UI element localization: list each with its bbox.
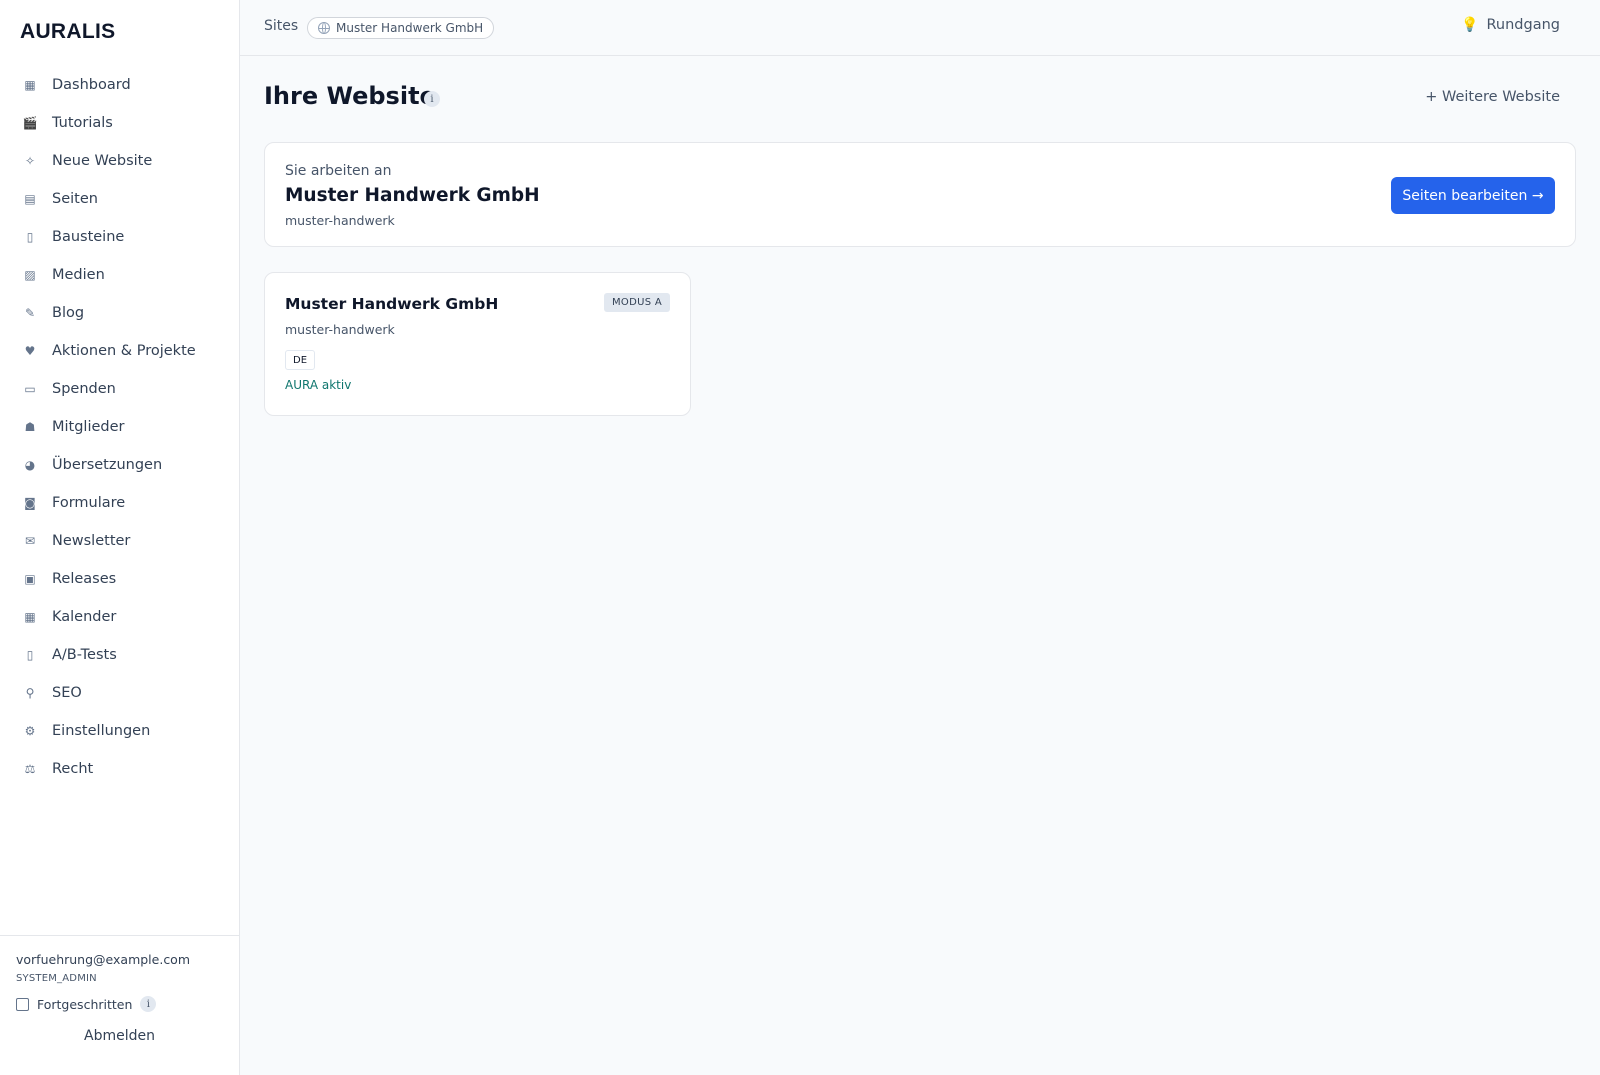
sidebar-item-label: Newsletter — [52, 533, 131, 549]
sparkle-icon: ✧ — [24, 154, 36, 168]
current-site-card: Sie arbeiten an Muster Handwerk GmbH mus… — [264, 142, 1576, 247]
sidebar-item-label: Recht — [52, 761, 94, 777]
sidebar-item-label: Releases — [52, 571, 117, 587]
sidebar-item-label: Bausteine — [52, 229, 125, 245]
site-card-slug: muster-handwerk — [285, 322, 395, 337]
sidebar-item-releases[interactable]: ▣ Releases — [0, 560, 239, 598]
add-website-button[interactable]: + Weitere Website — [1425, 89, 1560, 105]
pen-icon: ✎ — [24, 306, 36, 320]
sidebar-footer: vorfuehrung@example.com SYSTEM_ADMIN For… — [0, 935, 239, 1075]
sidebar-item-label: Einstellungen — [52, 723, 151, 739]
logout-button[interactable]: Abmelden — [16, 1028, 223, 1044]
current-site-label: Sie arbeiten an — [285, 163, 392, 179]
sidebar-item-a-b-tests[interactable]: ▯ A/B-Tests — [0, 636, 239, 674]
sidebar: AURALIS ▦ Dashboard 🎬 Tutorials ✧ Neue Websit… — [0, 0, 240, 1075]
package-icon: ▣ — [24, 572, 36, 586]
sidebar-item-label: SEO — [52, 685, 82, 701]
language-badge: DE — [285, 350, 316, 370]
advanced-toggle-row: Fortgeschritten i — [16, 996, 223, 1012]
info-icon[interactable]: i — [140, 996, 157, 1012]
breadcrumb-site-label: Muster Handwerk GmbH — [336, 21, 484, 35]
mode-badge: MODUS A — [604, 293, 670, 312]
tour-button[interactable]: 💡 Rundgang — [1461, 17, 1560, 33]
calendar-icon: ▦ — [24, 610, 36, 624]
clapper-icon: 🎬 — [22, 116, 38, 130]
info-icon[interactable]: i — [424, 91, 440, 107]
block-icon: ▯ — [26, 230, 34, 244]
advanced-label[interactable]: Fortgeschritten — [37, 997, 132, 1012]
sidebar-item-seo[interactable]: ⚲ SEO — [0, 674, 239, 712]
aura-status-link[interactable]: AURA aktiv — [285, 378, 351, 392]
sidebar-item-aktionen-projekte[interactable]: ♥ Aktionen & Projekte — [0, 332, 239, 370]
sidebar-item-dashboard[interactable]: ▦ Dashboard — [0, 66, 239, 104]
sidebar-item-label: Mitglieder — [52, 419, 125, 435]
donation-icon: ▭ — [24, 382, 36, 396]
sidebar-item-label: Aktionen & Projekte — [52, 343, 196, 359]
sidebar-item-spenden[interactable]: ▭ Spenden — [0, 370, 239, 408]
edit-pages-button[interactable]: Seiten bearbeiten → — [1391, 177, 1555, 214]
brand-logo[interactable]: AURALIS — [20, 20, 115, 44]
sidebar-item-label: Dashboard — [52, 77, 131, 93]
breadcrumb-sites[interactable]: Sites — [264, 18, 298, 34]
breadcrumb-site-chip[interactable]: Muster Handwerk GmbH — [307, 17, 495, 39]
sidebar-item-label: Übersetzungen — [52, 457, 163, 473]
sidebar-item-recht[interactable]: ⚖ Recht — [0, 750, 239, 788]
sidebar-item-blog[interactable]: ✎ Blog — [0, 294, 239, 332]
sidebar-item-tutorials[interactable]: 🎬 Tutorials — [0, 104, 239, 142]
sidebar-item-einstellungen[interactable]: ⚙ Einstellungen — [0, 712, 239, 750]
sidebar-item-bausteine[interactable]: ▯ Bausteine — [0, 218, 239, 256]
mail-icon: ✉ — [24, 534, 36, 548]
sidebar-item-label: Kalender — [52, 609, 117, 625]
members-icon: ☗ — [24, 420, 36, 434]
sidebar-item-label: Seiten — [52, 191, 98, 207]
form-icon: ◙ — [24, 496, 36, 510]
scales-icon: ⚖ — [24, 762, 36, 776]
globe-icon — [318, 22, 330, 34]
sidebar-item-mitglieder[interactable]: ☗ Mitglieder — [0, 408, 239, 446]
sidebar-item-label: Formulare — [52, 495, 126, 511]
sidebar-item-medien[interactable]: ▨ Medien — [0, 256, 239, 294]
tour-label: Rundgang — [1486, 17, 1561, 33]
sidebar-item-label: Neue Website — [52, 153, 153, 169]
topbar: Sites Muster Handwerk GmbH 💡 Rundgang — [240, 0, 1600, 56]
image-icon: ▨ — [24, 268, 36, 282]
sidebar-item-label: A/B-Tests — [52, 647, 117, 663]
sidebar-item-übersetzungen[interactable]: ◕ Übersetzungen — [0, 446, 239, 484]
globe-icon: ◕ — [24, 458, 36, 472]
sidebar-item-label: Tutorials — [52, 115, 113, 131]
page-icon: ▤ — [24, 192, 36, 206]
current-site-slug: muster-handwerk — [285, 213, 395, 228]
page-title: Ihre Website — [264, 82, 436, 110]
current-site-name: Muster Handwerk GmbH — [285, 185, 540, 206]
user-email: vorfuehrung@example.com — [16, 952, 191, 967]
sidebar-item-neue-website[interactable]: ✧ Neue Website — [0, 142, 239, 180]
heart-icon: ♥ — [24, 344, 36, 358]
site-card[interactable]: Muster Handwerk GmbH MODUS A muster-hand… — [264, 272, 691, 416]
sidebar-item-label: Medien — [52, 267, 105, 283]
sidebar-item-formulare[interactable]: ◙ Formulare — [0, 484, 239, 522]
lightbulb-icon: 💡 — [1461, 17, 1479, 33]
site-card-name: Muster Handwerk GmbH — [285, 295, 499, 313]
sidebar-item-kalender[interactable]: ▦ Kalender — [0, 598, 239, 636]
magnifier-icon: ⚲ — [25, 686, 35, 700]
sidebar-nav: ▦ Dashboard 🎬 Tutorials ✧ Neue Website ▤ Seiten… — [0, 66, 239, 788]
dashboard-icon: ▦ — [24, 78, 36, 92]
user-role: SYSTEM_ADMIN — [16, 973, 97, 984]
advanced-checkbox[interactable] — [16, 997, 29, 1011]
ab-test-icon: ▯ — [26, 648, 34, 662]
sidebar-item-label: Spenden — [52, 381, 116, 397]
sidebar-item-newsletter[interactable]: ✉ Newsletter — [0, 522, 239, 560]
gear-icon: ⚙ — [24, 724, 36, 738]
sidebar-item-seiten[interactable]: ▤ Seiten — [0, 180, 239, 218]
sidebar-item-label: Blog — [52, 305, 85, 321]
